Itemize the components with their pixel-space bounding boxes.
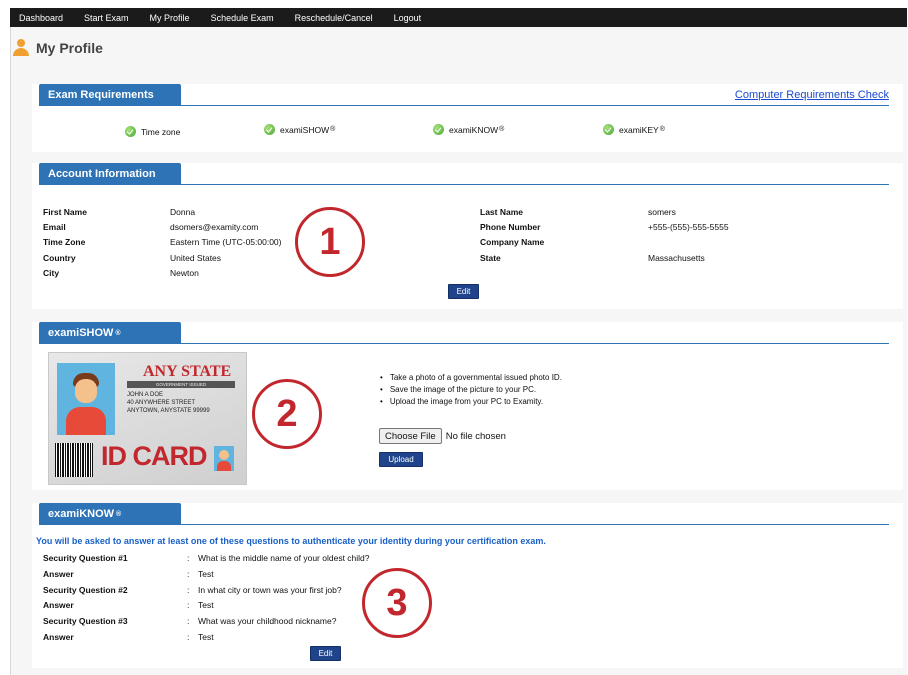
answer-3-value: Test bbox=[198, 632, 214, 642]
page-title: My Profile bbox=[36, 40, 103, 56]
id-card-state: ANY STATE bbox=[143, 363, 232, 380]
security-question-1-label: Security Question #1 bbox=[43, 553, 128, 563]
country-label: Country bbox=[43, 253, 76, 263]
upload-instructions: Take a photo of a governmental issued ph… bbox=[380, 372, 562, 408]
instruction-item: Upload the image from your PC to Examity… bbox=[380, 396, 562, 408]
file-input: Choose File No file chosen bbox=[379, 428, 506, 444]
account-information-section: Account Information First Name Donna Ema… bbox=[32, 163, 903, 309]
section-divider bbox=[39, 184, 889, 185]
section-divider bbox=[39, 105, 889, 106]
step-badge-3: 3 bbox=[362, 568, 432, 638]
user-icon bbox=[12, 39, 30, 57]
nav-dashboard[interactable]: Dashboard bbox=[19, 13, 63, 23]
id-card-image: ANY STATE GOVERNMENT ISSUED JOHN A DOE 4… bbox=[48, 352, 247, 485]
city-label: City bbox=[43, 268, 60, 278]
check-icon bbox=[264, 124, 275, 135]
email-label: Email bbox=[43, 222, 66, 232]
security-question-1-value: What is the middle name of your oldest c… bbox=[198, 553, 370, 563]
registered-mark: ® bbox=[659, 126, 665, 133]
check-icon bbox=[125, 126, 136, 137]
barcode-icon bbox=[55, 443, 93, 477]
choose-file-button[interactable]: Choose File bbox=[379, 428, 442, 444]
section-divider bbox=[39, 524, 889, 525]
section-divider bbox=[39, 343, 889, 344]
phone-label: Phone Number bbox=[480, 222, 541, 232]
instruction-item: Save the image of the picture to your PC… bbox=[380, 384, 562, 396]
computer-requirements-link[interactable]: Computer Requirements Check bbox=[735, 89, 889, 101]
requirement-label: examiKNOW bbox=[449, 124, 499, 135]
first-name-value: Donna bbox=[170, 207, 196, 217]
id-photo bbox=[57, 363, 115, 435]
file-status: No file chosen bbox=[445, 430, 506, 442]
colon: : bbox=[187, 616, 190, 626]
answer-1-label: Answer bbox=[43, 569, 74, 579]
company-label: Company Name bbox=[480, 237, 545, 247]
nav-my-profile[interactable]: My Profile bbox=[150, 13, 190, 23]
requirement-label: examiSHOW bbox=[280, 124, 330, 135]
tab-examishow: examiSHOW ® bbox=[39, 322, 181, 344]
first-name-label: First Name bbox=[43, 207, 87, 217]
colon: : bbox=[187, 585, 190, 595]
account-edit-button[interactable]: Edit bbox=[448, 284, 479, 299]
answer-2-label: Answer bbox=[43, 600, 74, 610]
security-edit-button[interactable]: Edit bbox=[310, 646, 341, 661]
colon: : bbox=[187, 553, 190, 563]
last-name-label: Last Name bbox=[480, 207, 523, 217]
security-question-3-value: What was your childhood nickname? bbox=[198, 616, 337, 626]
answer-3-label: Answer bbox=[43, 632, 74, 642]
time-zone-label: Time Zone bbox=[43, 237, 86, 247]
security-question-3-label: Security Question #3 bbox=[43, 616, 128, 626]
requirement-examikey: examiKEY ® bbox=[603, 124, 665, 135]
upload-button[interactable]: Upload bbox=[379, 452, 423, 467]
id-card-text: ID CARD bbox=[101, 441, 207, 471]
top-nav: Dashboard Start Exam My Profile Schedule… bbox=[10, 8, 907, 27]
requirement-examiknow: examiKNOW ® bbox=[433, 124, 504, 135]
tab-examiknow: examiKNOW ® bbox=[39, 503, 181, 525]
colon: : bbox=[187, 600, 190, 610]
nav-reschedule-cancel[interactable]: Reschedule/Cancel bbox=[295, 13, 373, 23]
time-zone-value: Eastern Time (UTC-05:00:00) bbox=[170, 237, 282, 247]
id-card-issued: GOVERNMENT ISSUED bbox=[127, 381, 235, 388]
examiknow-section: examiKNOW ® bbox=[32, 503, 903, 668]
requirement-label: Time zone bbox=[141, 126, 181, 137]
colon: : bbox=[187, 569, 190, 579]
nav-schedule-exam[interactable]: Schedule Exam bbox=[211, 13, 274, 23]
state-value: Massachusetts bbox=[648, 253, 705, 263]
colon: : bbox=[187, 632, 190, 642]
answer-1-value: Test bbox=[198, 569, 214, 579]
requirement-time-zone: Time zone bbox=[125, 126, 180, 137]
step-badge-2: 2 bbox=[252, 379, 322, 449]
id-mini-photo bbox=[214, 446, 234, 471]
country-value: United States bbox=[170, 253, 222, 263]
nav-logout[interactable]: Logout bbox=[394, 13, 422, 23]
exam-requirements-section: Exam Requirements Computer Requirements … bbox=[32, 84, 903, 152]
instruction-item: Take a photo of a governmental issued ph… bbox=[380, 372, 562, 384]
nav-start-exam[interactable]: Start Exam bbox=[84, 13, 129, 23]
security-notice: You will be asked to answer at least one… bbox=[36, 536, 546, 546]
last-name-value: somers bbox=[648, 207, 676, 217]
answer-2-value: Test bbox=[198, 600, 214, 610]
security-question-2-value: In what city or town was your first job? bbox=[198, 585, 342, 595]
page-header: My Profile bbox=[12, 36, 103, 60]
security-question-2-label: Security Question #2 bbox=[43, 585, 128, 595]
registered-mark: ® bbox=[330, 126, 336, 133]
tab-exam-requirements: Exam Requirements bbox=[39, 84, 181, 106]
requirement-examishow: examiSHOW ® bbox=[264, 124, 335, 135]
email-value: dsomers@examity.com bbox=[170, 222, 259, 232]
check-icon bbox=[603, 124, 614, 135]
tab-account-information: Account Information bbox=[39, 163, 181, 185]
state-label: State bbox=[480, 253, 501, 263]
id-card-address: JOHN A DOE 40 ANYWHERE STREET ANYTOWN, A… bbox=[127, 392, 210, 414]
city-value: Newton bbox=[170, 268, 199, 278]
step-badge-1: 1 bbox=[295, 207, 365, 277]
requirement-label: examiKEY bbox=[619, 124, 659, 135]
registered-mark: ® bbox=[499, 126, 505, 133]
check-icon bbox=[433, 124, 444, 135]
phone-value: +555-(555)-555-5555 bbox=[648, 222, 729, 232]
